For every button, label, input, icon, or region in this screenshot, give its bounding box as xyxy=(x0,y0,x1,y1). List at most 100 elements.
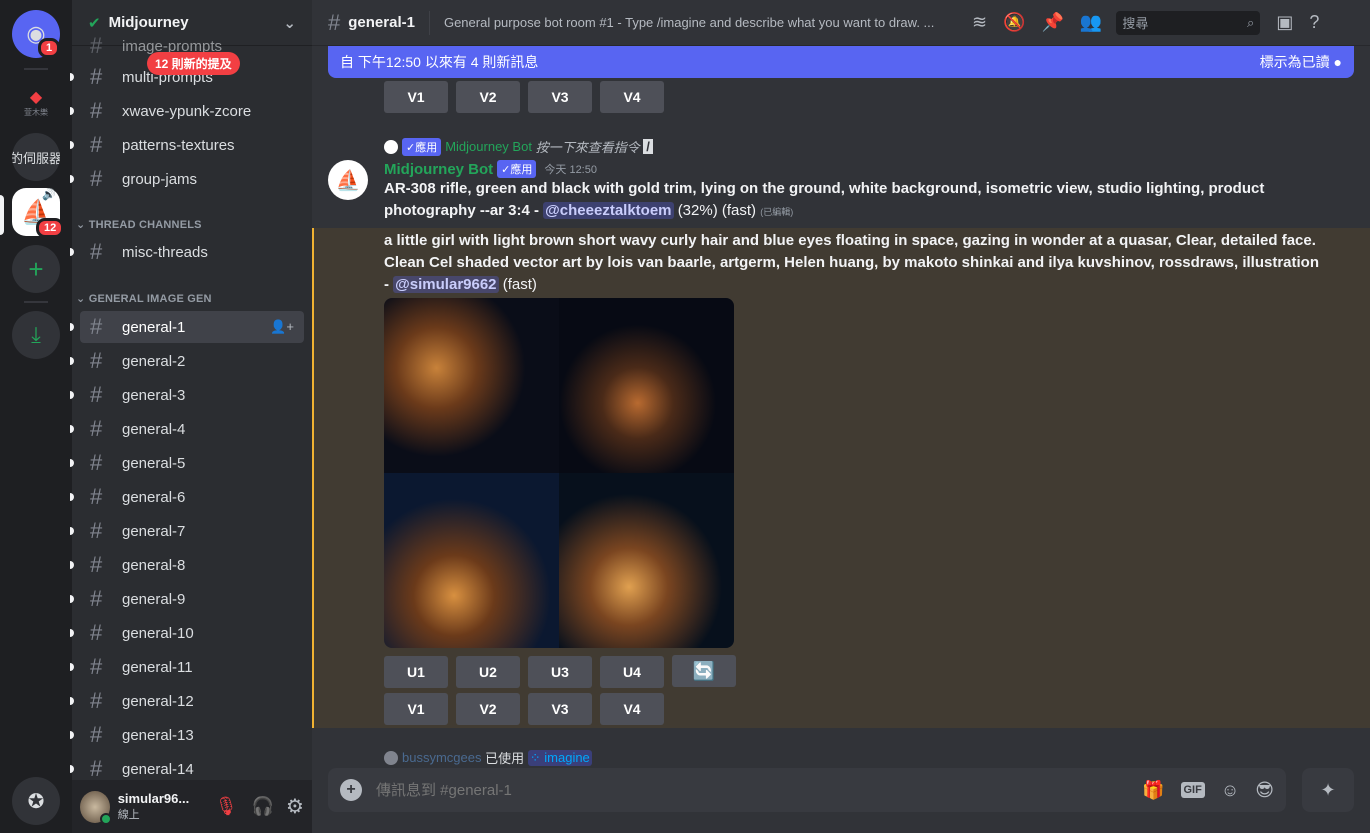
generated-image-4[interactable] xyxy=(559,473,734,648)
user-mention[interactable]: @simular9662 xyxy=(393,276,499,293)
channel-general-8[interactable]: # general-8 xyxy=(70,549,304,581)
divider xyxy=(24,68,48,70)
member-list-icon[interactable]: 👥 xyxy=(1080,12,1102,33)
u4-button[interactable]: U4 xyxy=(600,655,664,688)
u1-button[interactable]: U1 xyxy=(384,655,448,688)
server-item[interactable]: 的伺服器 xyxy=(12,133,60,181)
channel-name: general-9 xyxy=(122,590,186,608)
channel-general-1[interactable]: # general-1 👤+ xyxy=(70,311,304,343)
channel-general-12[interactable]: # general-12 xyxy=(70,685,304,717)
u3-button[interactable]: U3 xyxy=(528,655,592,688)
u2-button[interactable]: U2 xyxy=(456,655,520,688)
pin-icon[interactable]: 📌 xyxy=(1041,12,1063,33)
channel-general-13[interactable]: # general-13 xyxy=(70,719,304,751)
channel-misc-threads[interactable]: # misc-threads xyxy=(70,236,304,268)
reroll-button[interactable]: 🔄 xyxy=(672,655,736,687)
bot-avatar[interactable]: ⛵ xyxy=(328,160,368,200)
emoji-icon[interactable]: 😎 xyxy=(1255,780,1274,801)
channel-name: misc-threads xyxy=(122,243,208,261)
invite-icon[interactable]: 👤+ xyxy=(270,319,294,335)
new-mentions-pill[interactable]: 12 則新的提及 xyxy=(147,52,240,75)
v2-button[interactable]: V2 xyxy=(456,693,520,725)
new-messages-banner[interactable]: 自 下午12:50 以來有 4 則新訊息 標示為已讀 ● xyxy=(328,46,1354,78)
channel-patterns-textures[interactable]: # patterns-textures xyxy=(70,129,304,161)
gift-icon[interactable]: 🎁 xyxy=(1142,780,1164,801)
search-placeholder: 搜尋 xyxy=(1122,16,1149,31)
hash-icon: # xyxy=(90,688,103,713)
channel-group-jams[interactable]: # group-jams xyxy=(70,163,304,195)
user-mention[interactable]: @cheeeztalktoem xyxy=(543,202,674,219)
v2-button[interactable]: V2 xyxy=(456,81,520,113)
hash-icon: # xyxy=(328,9,341,35)
channel-name: general-6 xyxy=(122,488,186,506)
reply-reference[interactable]: ✓應用 Midjourney Bot 按一下來查看指令 / xyxy=(384,137,653,156)
channel-general-10[interactable]: # general-10 xyxy=(70,617,304,649)
v3-button[interactable]: V3 xyxy=(528,81,592,113)
sticker-icon[interactable]: ☺ xyxy=(1221,780,1239,801)
avatar[interactable] xyxy=(80,790,112,825)
unread-dot xyxy=(70,493,74,501)
server-label: 的伺服器 xyxy=(12,150,60,166)
unread-dot xyxy=(70,107,74,115)
settings-gear-icon[interactable]: ⚙ xyxy=(286,794,304,819)
message-author[interactable]: Midjourney Bot xyxy=(384,161,493,178)
speaker-icon: 🔊 xyxy=(42,189,56,201)
unread-dot xyxy=(70,595,74,603)
unread-dot xyxy=(70,629,74,637)
channel-topic[interactable]: General purpose bot room #1 - Type /imag… xyxy=(444,15,956,30)
unread-dot xyxy=(70,527,74,535)
search-input[interactable]: 搜尋 ⌕ xyxy=(1116,10,1261,35)
reply-reference-3[interactable]: bussymcgees 已使用 ⁘ imagine xyxy=(384,748,592,767)
category-general-image-gen[interactable]: ⌄ GENERAL IMAGE GEN xyxy=(76,292,212,305)
v4-button[interactable]: V4 xyxy=(600,693,664,725)
headphones-icon[interactable]: 🎧 xyxy=(252,796,274,817)
hash-icon: # xyxy=(90,33,103,58)
refresh-icon: 🔄 xyxy=(692,660,716,681)
highlighted-message-2: a little girl with light brown short wav… xyxy=(312,228,1370,728)
channel-general-9[interactable]: # general-9 xyxy=(70,583,304,615)
gif-icon[interactable]: GIF xyxy=(1180,782,1205,798)
channel-general-2[interactable]: # general-2 xyxy=(70,345,304,377)
reply-author: Midjourney Bot xyxy=(445,139,532,154)
server-item[interactable]: ◆ 萱木樂 xyxy=(12,78,60,126)
notification-muted-icon[interactable]: 🔕 xyxy=(1003,12,1025,33)
threads-icon[interactable]: ≋ xyxy=(972,12,987,33)
channel-general-7[interactable]: # general-7 xyxy=(70,515,304,547)
generated-image-grid[interactable] xyxy=(384,298,734,648)
inbox-icon[interactable]: ▣ xyxy=(1276,12,1293,33)
download-button[interactable]: ⤓ xyxy=(12,311,60,359)
add-server-button[interactable]: + xyxy=(12,245,60,293)
selected-indicator xyxy=(0,195,4,235)
v3-button[interactable]: V3 xyxy=(528,693,592,725)
hash-icon: # xyxy=(90,620,103,645)
generated-image-3[interactable] xyxy=(384,473,559,648)
download-icon: ⤓ xyxy=(31,322,41,347)
hash-icon: # xyxy=(90,450,103,475)
v1-button[interactable]: V1 xyxy=(384,81,448,113)
channel-xwave-ypunk-zcore[interactable]: # xwave-ypunk-zcore xyxy=(70,95,304,127)
v1-button[interactable]: V1 xyxy=(384,693,448,725)
hash-icon: # xyxy=(90,654,103,679)
slash-command[interactable]: imagine xyxy=(544,750,590,765)
hash-icon: # xyxy=(90,166,103,191)
mark-as-read-button[interactable]: 標示為已讀 xyxy=(1260,54,1330,70)
banner-text: 自 下午12:50 以來有 4 則新訊息 xyxy=(340,54,539,70)
category-thread-channels[interactable]: ⌄ THREAD CHANNELS xyxy=(76,218,202,231)
generated-image-1[interactable] xyxy=(384,298,559,473)
message-input[interactable] xyxy=(376,781,1127,799)
help-icon[interactable]: ? xyxy=(1309,12,1319,33)
discover-button[interactable]: ✪ xyxy=(12,777,60,825)
channel-general-6[interactable]: # general-6 xyxy=(70,481,304,513)
channel-general-11[interactable]: # general-11 xyxy=(70,651,304,683)
mark-read-icon: ● xyxy=(1333,54,1342,70)
channel-general-3[interactable]: # general-3 xyxy=(70,379,304,411)
add-attachment-icon[interactable]: + xyxy=(340,779,362,801)
v4-button[interactable]: V4 xyxy=(600,81,664,113)
channel-general-4[interactable]: # general-4 xyxy=(70,413,304,445)
app-tag: ✓應用 xyxy=(497,160,537,178)
apps-button[interactable]: ✦ xyxy=(1302,768,1354,812)
hash-icon: # xyxy=(90,552,103,577)
channel-general-5[interactable]: # general-5 xyxy=(70,447,304,479)
mic-muted-icon[interactable]: 🎙 xyxy=(215,796,238,817)
generated-image-2[interactable] xyxy=(559,298,734,473)
